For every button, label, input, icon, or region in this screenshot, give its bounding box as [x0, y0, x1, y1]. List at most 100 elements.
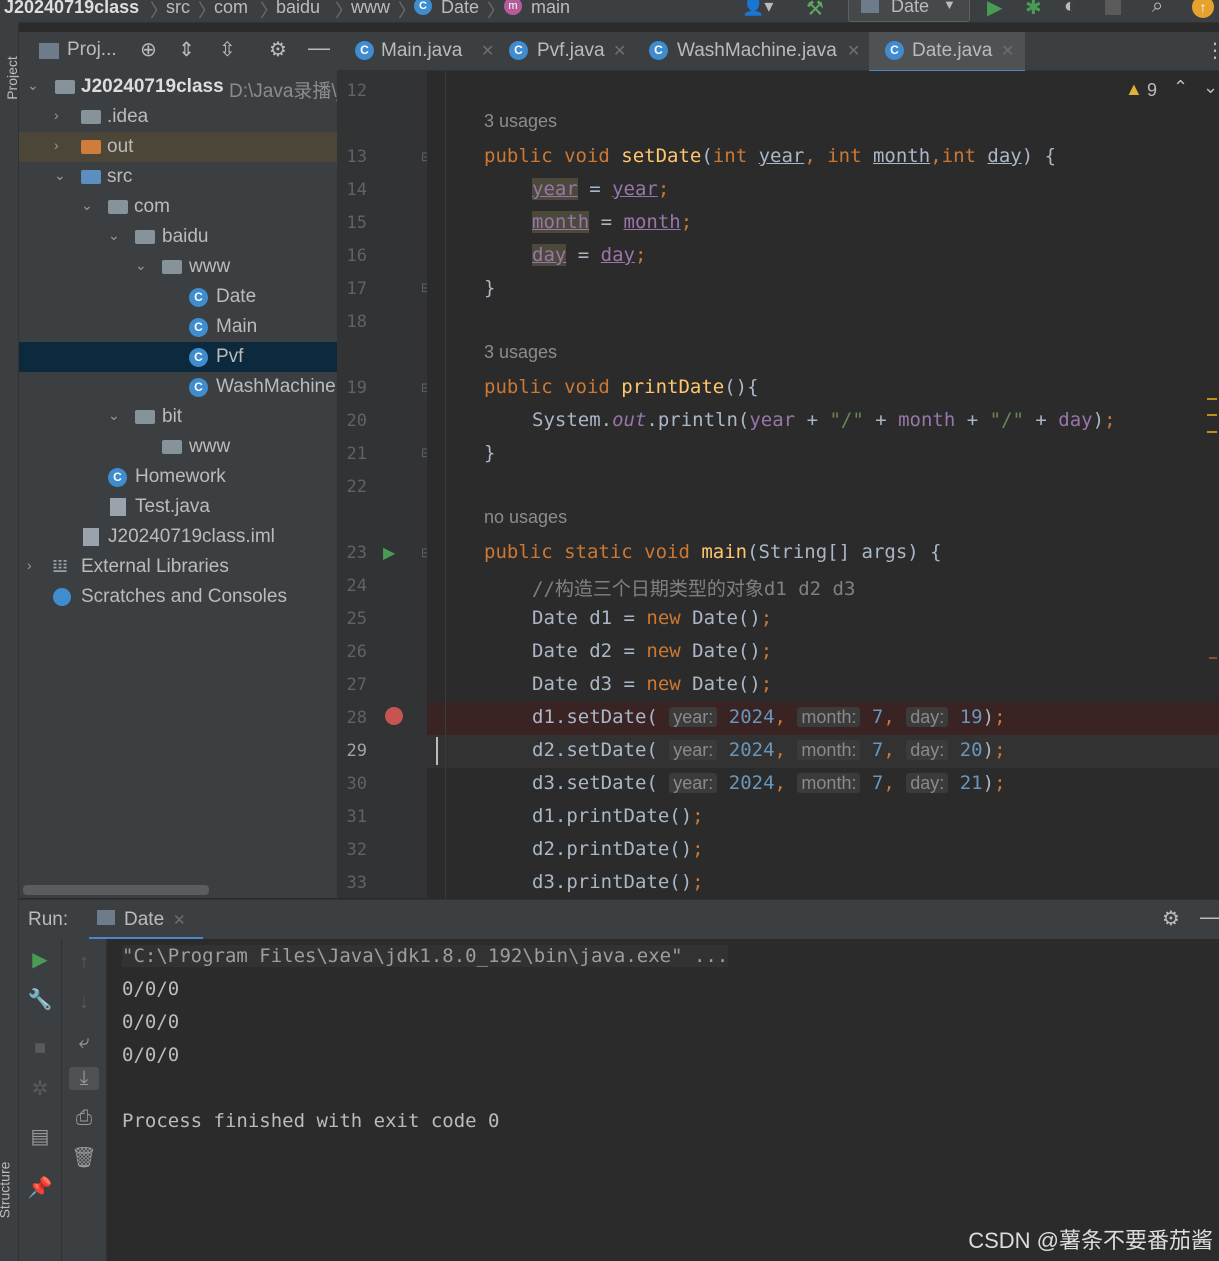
- soft-wrap-icon[interactable]: ⤶: [69, 1031, 99, 1054]
- tree-item-scratches[interactable]: Scratches and Consoles: [19, 582, 337, 612]
- tree-item-com[interactable]: ⌄ com: [19, 192, 337, 222]
- tree-item-test-java[interactable]: Test.java: [19, 492, 337, 522]
- project-panel-title[interactable]: Proj...: [67, 39, 117, 61]
- breadcrumb-project[interactable]: J20240719class: [4, 0, 139, 18]
- run-config-select[interactable]: Date ▼: [848, 0, 970, 22]
- tree-item-src[interactable]: ⌄ src: [19, 162, 337, 192]
- build-hammer-icon[interactable]: ⚒: [806, 0, 824, 21]
- class-icon: C: [189, 318, 208, 337]
- line-number: 31: [346, 807, 367, 827]
- chevron-down-icon[interactable]: ⌄: [81, 197, 95, 214]
- chevron-right-icon[interactable]: ›: [54, 137, 68, 153]
- print-icon[interactable]: ⎙: [69, 1107, 99, 1130]
- close-icon[interactable]: ✕: [613, 41, 626, 61]
- expand-all-icon[interactable]: ⇕: [178, 37, 195, 62]
- code-line-20: System.out.println(year + "/" + month + …: [532, 409, 1116, 431]
- tree-item-label: www: [189, 256, 231, 277]
- user-icon[interactable]: 👤▾: [742, 0, 773, 17]
- arrow-down-icon[interactable]: ↓: [69, 991, 99, 1014]
- tree-item-iml[interactable]: J20240719class.iml: [19, 522, 337, 552]
- chevron-right-icon[interactable]: ›: [54, 107, 68, 123]
- tree-item-out[interactable]: › out: [19, 132, 337, 162]
- warning-count[interactable]: 9: [1147, 80, 1157, 101]
- coverage-icon[interactable]: ◐: [1064, 0, 1076, 18]
- tree-item-label: www: [189, 436, 231, 457]
- tree-item-external-libraries[interactable]: › 𝍔 External Libraries: [19, 552, 337, 582]
- stop-icon[interactable]: ■: [25, 1037, 55, 1060]
- tab-main-java[interactable]: C Main.java ✕: [347, 32, 494, 70]
- tree-item-www[interactable]: ⌄ www: [19, 252, 337, 282]
- console-output[interactable]: "C:\Program Files\Java\jdk1.8.0_192\bin\…: [107, 939, 1219, 1261]
- tab-washmachine-java[interactable]: C WashMachine.java ✕: [641, 32, 863, 70]
- tree-item-bit-www[interactable]: www: [19, 432, 337, 462]
- usages-hint[interactable]: 3 usages: [484, 342, 557, 363]
- chevron-down-icon[interactable]: ⌄: [108, 227, 122, 244]
- chevron-down-icon[interactable]: ⌄: [1203, 77, 1218, 98]
- tab-date-java[interactable]: C Date.java ✕: [869, 32, 1025, 73]
- caret: [436, 737, 438, 765]
- breadcrumb-main[interactable]: main: [531, 0, 570, 18]
- usages-hint[interactable]: 3 usages: [484, 111, 557, 132]
- tree-item-pvf[interactable]: C Pvf: [19, 342, 337, 372]
- pin-icon[interactable]: 📌: [25, 1175, 55, 1200]
- code-line-15: month = month;: [532, 211, 693, 233]
- stop-icon[interactable]: [1105, 0, 1121, 15]
- line-number: 33: [346, 873, 367, 893]
- close-icon[interactable]: ✕: [173, 911, 186, 929]
- chevron-down-icon[interactable]: ⌄: [54, 167, 68, 184]
- more-tabs-icon[interactable]: ⋮: [1205, 38, 1219, 63]
- close-icon[interactable]: ✕: [481, 41, 494, 61]
- layout-icon[interactable]: ▤: [25, 1124, 55, 1149]
- chevron-up-icon[interactable]: ⌃: [1173, 77, 1188, 98]
- restore-layout-icon[interactable]: ✲: [25, 1076, 55, 1101]
- scroll-to-end-icon[interactable]: ⤓: [69, 1067, 99, 1090]
- usages-hint[interactable]: no usages: [484, 507, 567, 528]
- debug-icon[interactable]: ✱: [1025, 0, 1042, 20]
- update-icon[interactable]: ↑: [1192, 0, 1214, 18]
- gear-icon[interactable]: ⚙: [1162, 906, 1180, 931]
- rerun-icon[interactable]: ▶: [25, 947, 55, 972]
- chevron-down-icon[interactable]: ⌄: [135, 257, 149, 274]
- horizontal-scrollbar[interactable]: [23, 885, 209, 895]
- gear-icon[interactable]: ⚙: [269, 37, 287, 62]
- warning-icon[interactable]: ▲: [1125, 79, 1143, 100]
- collapse-all-icon[interactable]: ⇳: [219, 37, 236, 62]
- class-icon: C: [649, 41, 668, 60]
- close-icon[interactable]: ✕: [1001, 41, 1014, 61]
- tree-item-project-root[interactable]: ⌄ J20240719class D:\Java录播\j: [19, 72, 341, 102]
- tree-item-bit[interactable]: ⌄ bit: [19, 402, 337, 432]
- breadcrumb-date[interactable]: Date: [441, 0, 479, 18]
- chevron-down-icon[interactable]: ⌄: [27, 77, 41, 94]
- hide-panel-icon[interactable]: —: [1200, 904, 1219, 930]
- tree-item-washmachine[interactable]: C WashMachine: [19, 372, 337, 402]
- tree-item-date[interactable]: C Date: [19, 282, 337, 312]
- project-tool-button[interactable]: Project: [4, 56, 20, 100]
- chevron-down-icon[interactable]: ⌄: [108, 407, 122, 424]
- hide-panel-icon[interactable]: —: [308, 35, 330, 61]
- breakpoint-icon[interactable]: [385, 707, 403, 725]
- close-icon[interactable]: ✕: [847, 41, 860, 61]
- code-editor[interactable]: ▲ 9 ⌃ ⌄ 3 usages public void setDate(int…: [427, 71, 1219, 898]
- breadcrumb-baidu[interactable]: baidu: [276, 0, 320, 18]
- chevron-right-icon[interactable]: ›: [27, 557, 41, 573]
- tree-item-label: src: [107, 166, 133, 187]
- wrench-icon[interactable]: 🔧: [25, 987, 55, 1012]
- structure-tool-button[interactable]: Structure: [0, 1162, 12, 1219]
- arrow-up-icon[interactable]: ↑: [69, 951, 99, 974]
- tree-item-main[interactable]: C Main: [19, 312, 337, 342]
- tree-item-baidu[interactable]: ⌄ baidu: [19, 222, 337, 252]
- run-icon[interactable]: ▶: [987, 0, 1002, 20]
- breadcrumb-src[interactable]: src: [166, 0, 190, 18]
- tab-pvf-java[interactable]: C Pvf.java ✕: [501, 32, 631, 70]
- tab-label: WashMachine.java: [677, 40, 837, 61]
- breadcrumb-com[interactable]: com: [214, 0, 248, 18]
- locate-icon[interactable]: ⊕: [140, 37, 157, 62]
- run-gutter-icon[interactable]: ▶: [383, 543, 395, 563]
- run-tab-date[interactable]: Date ✕: [89, 900, 203, 940]
- search-icon[interactable]: ⌕: [1152, 0, 1163, 18]
- trash-icon[interactable]: 🗑: [69, 1145, 99, 1170]
- tree-item-homework[interactable]: C Homework: [19, 462, 337, 492]
- code-line-29: d2.setDate( year: 2024, month: 7, day: 2…: [532, 739, 1006, 761]
- breadcrumb-www[interactable]: www: [351, 0, 390, 18]
- tree-item-idea[interactable]: › .idea: [19, 102, 337, 132]
